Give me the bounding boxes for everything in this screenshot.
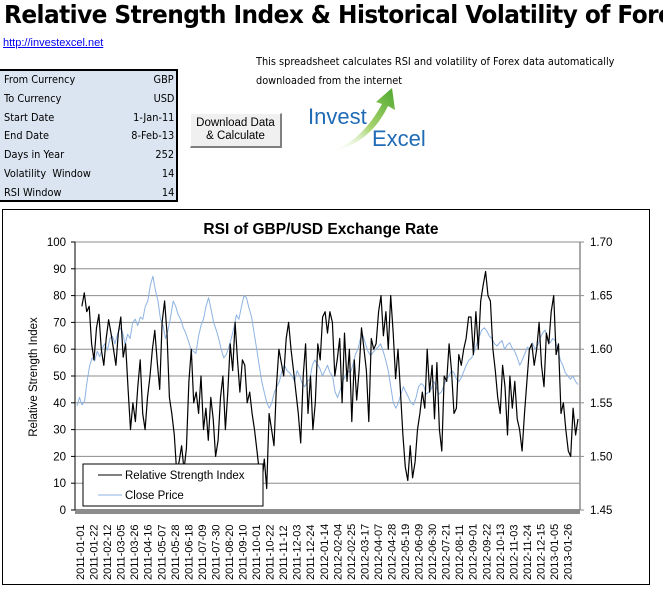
x-tick-label: 2011-02-12	[102, 525, 114, 580]
x-tick-label: 2011-06-18	[183, 525, 195, 580]
x-tick-label: 2012-10-13	[495, 524, 507, 580]
x-tick-label: 2012-09-01	[468, 524, 480, 580]
param-row-start-date: Start Date 1-Jan-11	[0, 109, 176, 128]
param-value[interactable]: 14	[162, 184, 174, 203]
y-tick-label: 80	[53, 291, 66, 303]
param-row-end-date: End Date 8-Feb-13	[0, 127, 176, 146]
x-tick-label: 2012-08-11	[454, 525, 466, 580]
download-calculate-button[interactable]: Download Data & Calculate	[190, 113, 282, 148]
x-tick-label: 2011-08-20	[224, 525, 236, 580]
x-tick-label: 2011-10-22	[265, 525, 277, 580]
x-tick-label: 2012-01-14	[319, 524, 331, 580]
param-label: Volatility Window	[4, 167, 91, 180]
button-label-line2: & Calculate	[206, 130, 265, 142]
x-tick-label: 2011-07-09	[197, 525, 209, 580]
x-tick-label: 2012-02-04	[332, 524, 344, 580]
x-tick-label: 2011-09-10	[238, 525, 250, 580]
x-tick-label: 2011-05-07	[156, 525, 168, 580]
x-axis-bar	[75, 509, 580, 514]
website-link[interactable]: http://investexcel.net	[3, 37, 103, 49]
investexcel-logo: Invest Excel	[300, 86, 430, 156]
x-tick-label: 2011-12-03	[292, 525, 304, 580]
x-tick-label: 2011-03-26	[129, 525, 141, 580]
y-tick-label: 100	[47, 237, 66, 249]
x-tick-label: 2012-02-25	[346, 524, 358, 580]
x-tick-label: 2012-07-21	[441, 524, 453, 580]
y-tick-label: 50	[53, 371, 66, 383]
x-tick-label: 2012-06-30	[427, 524, 439, 580]
x-tick-label: 2012-11-03	[508, 525, 520, 580]
x-tick-label: 2011-01-01	[75, 525, 87, 580]
x-tick-label: 2011-07-30	[210, 525, 222, 580]
x-tick-label: 2011-05-28	[170, 525, 182, 580]
param-row-to-currency: To Currency USD	[0, 90, 176, 109]
param-label: End Date	[4, 130, 50, 143]
param-value[interactable]: USD	[153, 90, 174, 109]
param-value[interactable]: 14	[162, 165, 174, 184]
chart-container: RSI of GBP/USD Exchange Rate Relative St…	[2, 209, 650, 585]
y-tick-label: 40	[53, 398, 66, 410]
param-value[interactable]: GBP	[154, 71, 174, 90]
y2-tick-label: 1.65	[590, 291, 612, 303]
y-tick-label: 0	[60, 505, 66, 517]
y2-tick-label: 1.60	[590, 344, 612, 356]
y2-tick-label: 1.55	[590, 398, 612, 410]
param-label: Start Date	[4, 111, 55, 124]
x-tick-label: 2012-05-19	[400, 524, 412, 580]
y-tick-label: 70	[53, 317, 66, 329]
logo-word-invest: Invest	[308, 104, 367, 129]
chart-legend: Relative Strength Index Close Price	[82, 463, 264, 507]
y2-tick-label: 1.50	[590, 451, 612, 463]
x-tick-label: 2012-03-17	[359, 524, 371, 580]
button-label-line1: Download Data	[196, 117, 275, 129]
x-tick-label: 2012-04-28	[386, 524, 398, 580]
param-label: To Currency	[4, 92, 62, 105]
y-axis-label: Relative Strength Index	[28, 317, 40, 437]
param-row-rsi-window: RSI Window 14	[0, 184, 176, 203]
y2-tick-label: 1.45	[590, 505, 612, 517]
x-tick-label: 2013-01-05	[549, 524, 561, 580]
x-tick-label: 2012-11-24	[522, 525, 534, 580]
param-label: From Currency	[4, 74, 76, 86]
chart-title: RSI of GBP/USD Exchange Rate	[203, 221, 439, 238]
x-tick-label: 2012-04-07	[373, 524, 385, 580]
x-tick-label: 2013-01-26	[563, 524, 575, 580]
y-tick-label: 60	[53, 344, 66, 356]
x-tick-label: 2011-12-24	[305, 525, 317, 580]
param-value[interactable]: 8-Feb-13	[131, 127, 174, 146]
legend-label-price: Close Price	[125, 490, 184, 502]
logo-word-excel: Excel	[372, 126, 426, 151]
param-label: RSI Window	[4, 186, 62, 199]
x-tick-label: 2011-10-01	[251, 525, 263, 580]
param-label: Days in Year	[4, 149, 65, 162]
y2-tick-label: 1.70	[590, 237, 612, 249]
param-row-from-currency: From Currency GBP	[0, 71, 176, 90]
param-value[interactable]: 252	[155, 146, 174, 165]
y-tick-label: 20	[53, 451, 66, 463]
y-tick-label: 10	[53, 478, 66, 490]
x-tick-label: 2012-12-15	[535, 524, 547, 580]
y-tick-label: 90	[53, 264, 66, 276]
legend-label-rsi: Relative Strength Index	[125, 470, 245, 482]
x-tick-label: 2012-06-09	[414, 524, 426, 580]
y-tick-label: 30	[53, 425, 66, 437]
x-tick-label: 2011-01-22	[89, 525, 101, 580]
param-value[interactable]: 1-Jan-11	[133, 109, 174, 128]
param-row-days-in-year: Days in Year 252	[0, 146, 176, 165]
parameters-table: From Currency GBP To Currency USD Start Da…	[0, 69, 178, 202]
x-tick-label: 2011-11-12	[278, 525, 290, 580]
rsi-chart: RSI of GBP/USD Exchange Rate Relative St…	[28, 221, 612, 580]
page-title: Relative Strength Index & Historical Vol…	[4, 0, 663, 29]
x-tick-label: 2011-04-16	[143, 525, 155, 580]
param-row-volatility-window: Volatility Window 14	[0, 165, 176, 184]
x-tick-label: 2011-03-05	[116, 525, 128, 580]
x-tick-label: 2012-09-22	[481, 524, 493, 580]
